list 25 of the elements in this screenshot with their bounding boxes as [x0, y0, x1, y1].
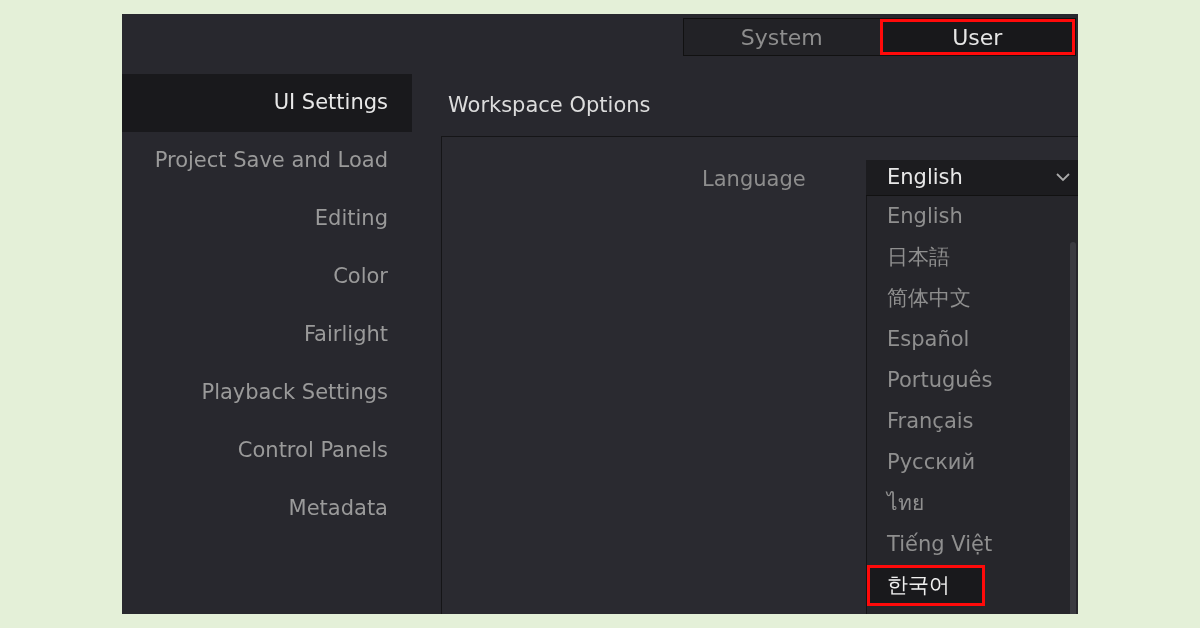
- sidebar-item[interactable]: Project Save and Load: [122, 132, 412, 190]
- tab[interactable]: System: [684, 19, 880, 55]
- sidebar-item[interactable]: Color: [122, 248, 412, 306]
- language-option[interactable]: English: [867, 196, 1067, 237]
- language-option[interactable]: 简体中文: [867, 278, 1067, 319]
- language-option[interactable]: ไทย: [867, 483, 1067, 524]
- language-label: Language: [702, 166, 806, 193]
- sidebar-item[interactable]: Playback Settings: [122, 364, 412, 422]
- sidebar-item[interactable]: Metadata: [122, 480, 412, 538]
- scrollbar[interactable]: [1070, 242, 1076, 614]
- sidebar-item[interactable]: UI Settings: [122, 74, 412, 132]
- language-option[interactable]: Español: [867, 319, 1067, 360]
- language-option[interactable]: Français: [867, 401, 1067, 442]
- sidebar-item[interactable]: Editing: [122, 190, 412, 248]
- language-option[interactable]: Tiếng Việt: [867, 524, 1067, 565]
- sidebar-item[interactable]: Control Panels: [122, 422, 412, 480]
- section-title: Workspace Options: [448, 92, 651, 119]
- language-option[interactable]: 日本語: [867, 237, 1067, 278]
- language-option[interactable]: Português: [867, 360, 1067, 401]
- language-dropdown[interactable]: English: [866, 160, 1078, 196]
- language-option[interactable]: 한국어: [867, 565, 985, 606]
- sidebar-item[interactable]: Fairlight: [122, 306, 412, 364]
- language-option[interactable]: Русский: [867, 442, 1067, 483]
- tab[interactable]: User: [879, 19, 1075, 55]
- chevron-down-icon: [1056, 173, 1070, 182]
